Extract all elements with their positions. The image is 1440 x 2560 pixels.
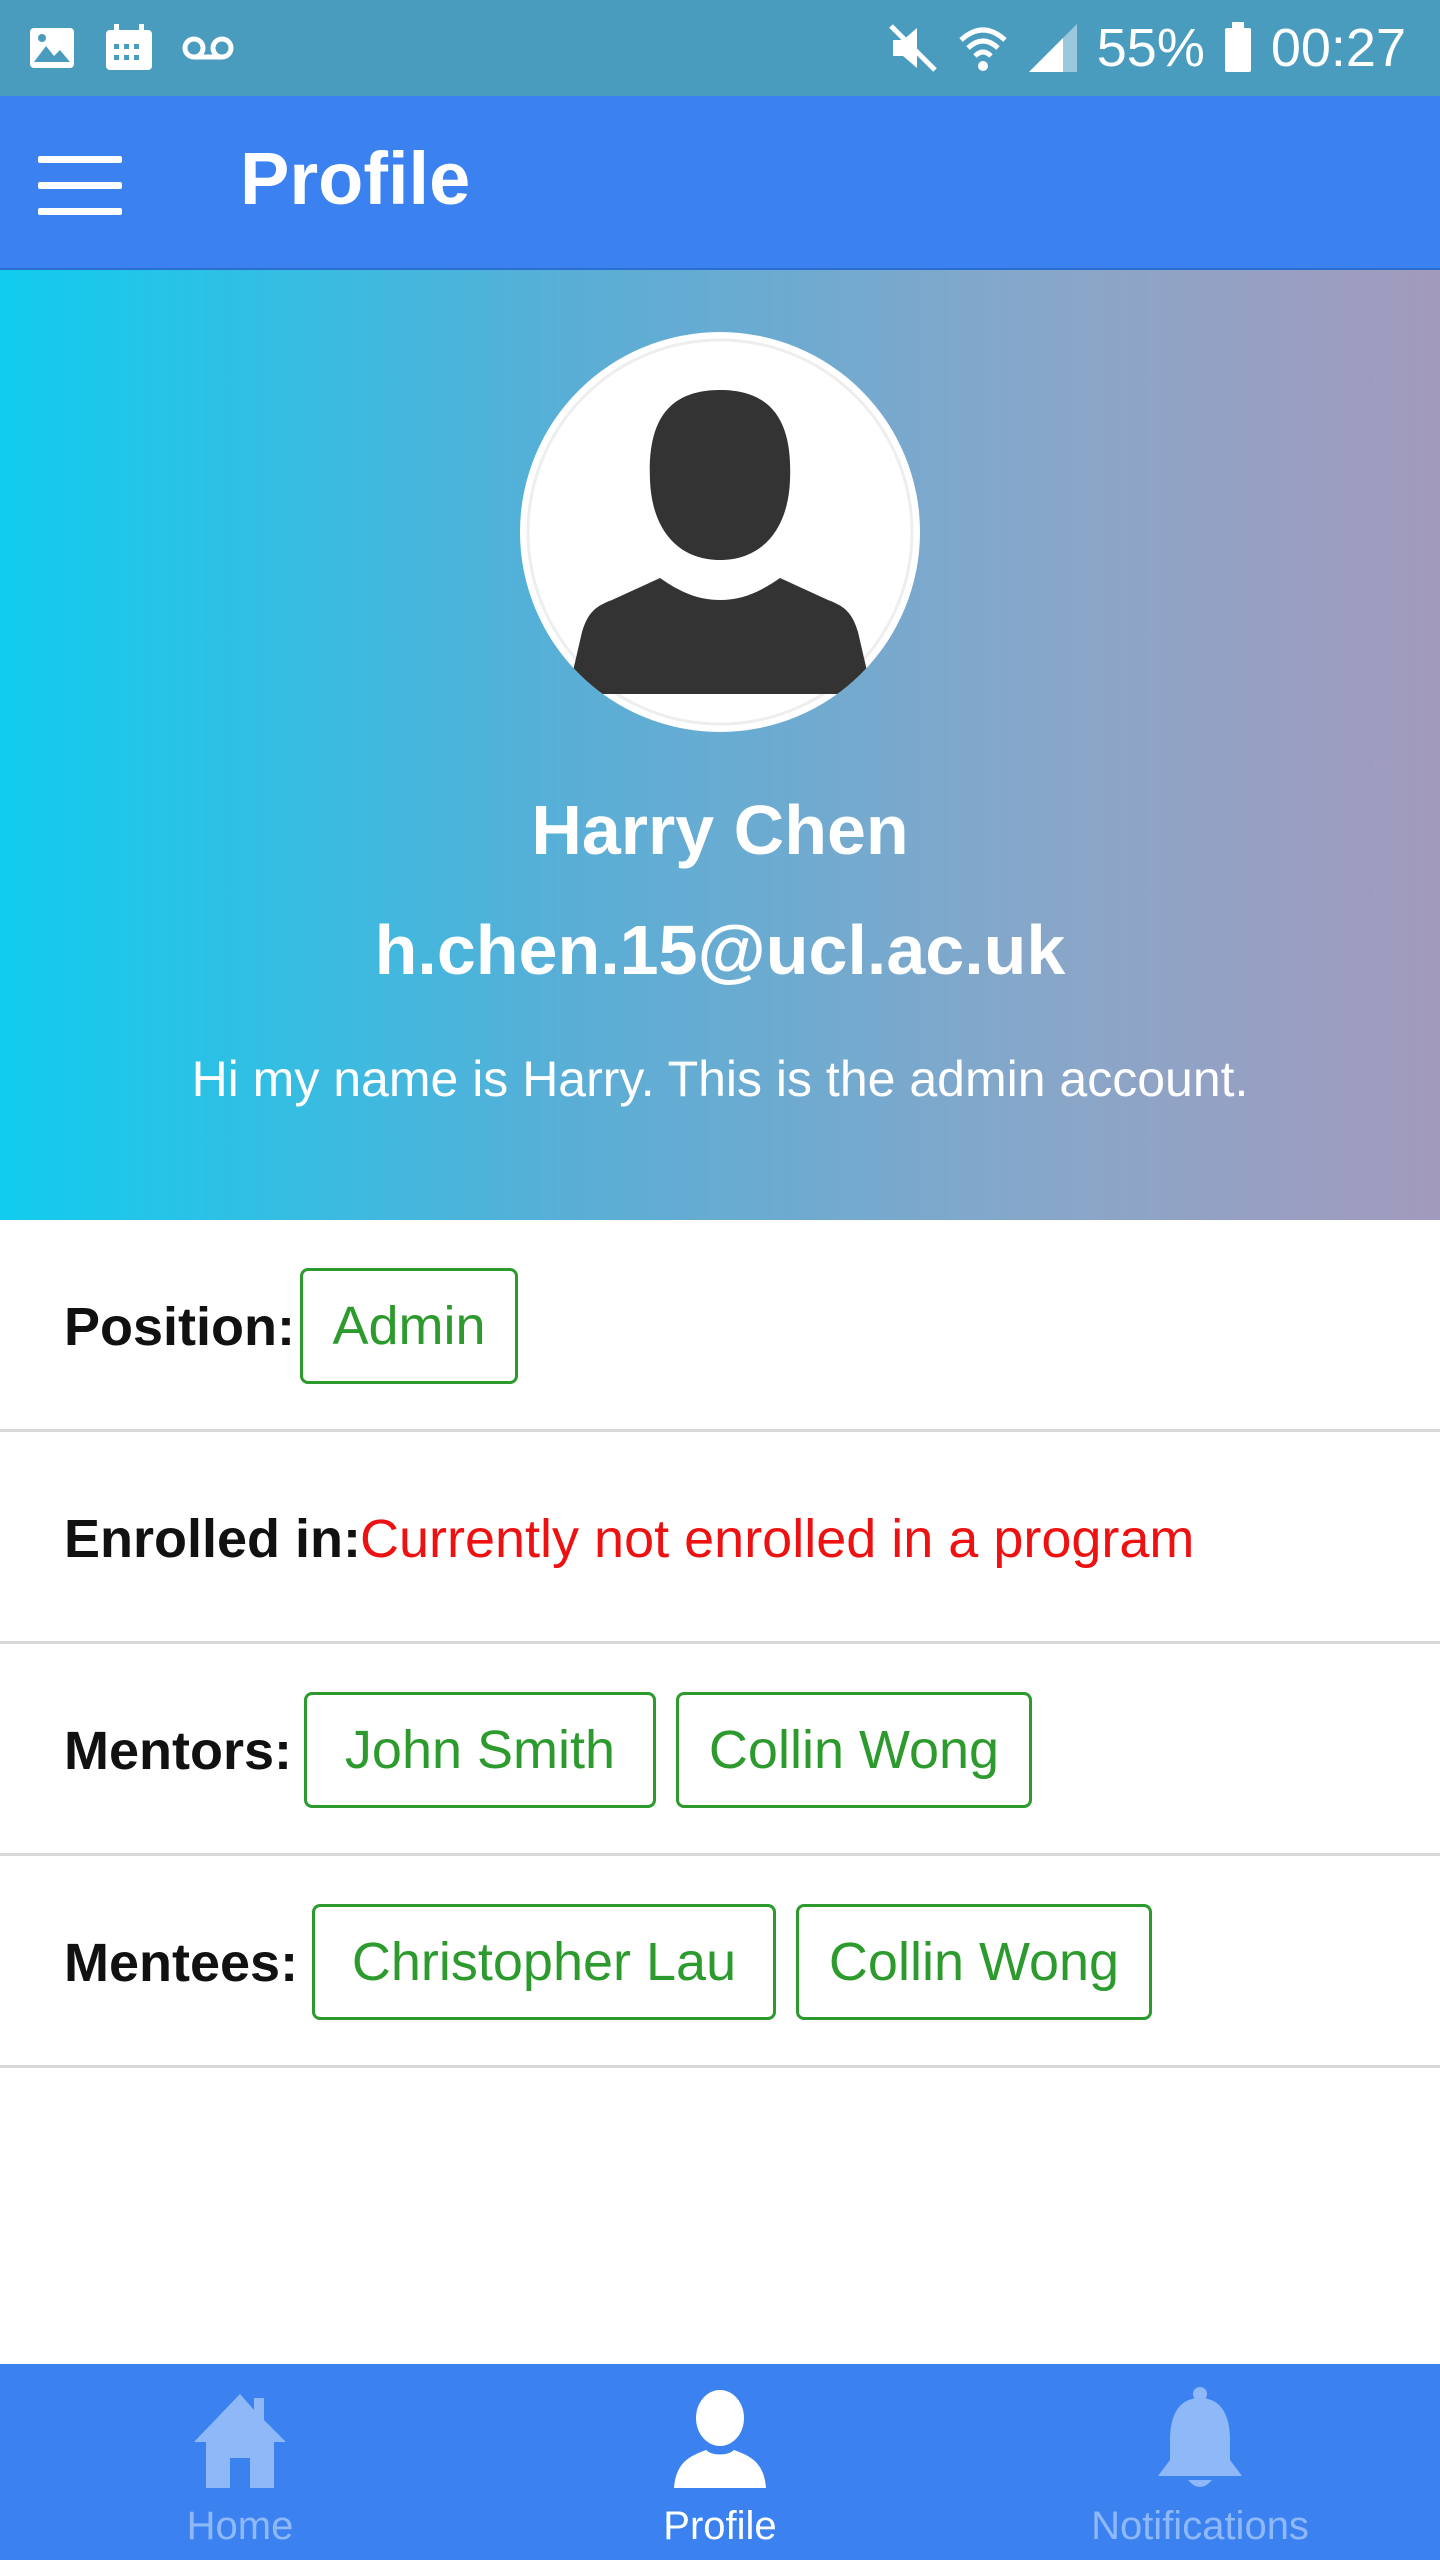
nav-profile-label: Profile <box>663 2504 777 2548</box>
nav-home-label: Home <box>186 2504 294 2548</box>
calendar-icon <box>106 24 152 70</box>
position-label: Position: <box>64 1297 295 1357</box>
page-title: Profile <box>240 137 471 220</box>
nav-profile[interactable]: Profile <box>480 2364 960 2560</box>
voicemail-icon <box>182 36 234 60</box>
mentors-label: Mentors: <box>64 1721 292 1781</box>
profile-name: Harry Chen <box>531 791 909 869</box>
app-bar: Profile <box>0 96 1440 270</box>
battery-percent: 55% <box>1096 18 1205 78</box>
signal-icon <box>1028 24 1077 72</box>
wifi-icon <box>959 27 1007 71</box>
bell-icon <box>1158 2387 1242 2487</box>
enrolled-label: Enrolled in: <box>64 1509 361 1569</box>
mentors-row: Mentors: John Smith Collin Wong <box>0 1644 1440 1856</box>
active-tab-indicator <box>480 2356 960 2364</box>
profile-header: Harry Chen h.chen.15@ucl.ac.uk Hi my nam… <box>0 270 1440 1220</box>
enrollment-status: Currently not enrolled in a program <box>360 1509 1195 1569</box>
battery-icon <box>1224 22 1251 72</box>
gallery-icon <box>30 28 74 68</box>
profile-icon <box>674 2390 766 2488</box>
mentor-tag[interactable]: Collin Wong <box>676 1692 1032 1808</box>
mentees-row: Mentees: Christopher Lau Collin Wong <box>0 1856 1440 2068</box>
nav-notifications[interactable]: Notifications <box>960 2364 1440 2560</box>
mentees-label: Mentees: <box>64 1933 299 1993</box>
profile-email: h.chen.15@ucl.ac.uk <box>374 911 1066 989</box>
position-row: Position: Admin <box>0 1220 1440 1432</box>
home-icon <box>194 2394 286 2488</box>
bottom-nav: Home Profile Notifications <box>0 2356 1440 2560</box>
enrolled-row: Enrolled in: Currently not enrolled in a… <box>0 1432 1440 1644</box>
mentee-tag[interactable]: Collin Wong <box>796 1904 1152 2020</box>
clock: 00:27 <box>1270 18 1406 78</box>
mentee-tag[interactable]: Christopher Lau <box>312 1904 776 2020</box>
mentor-tag[interactable]: John Smith <box>304 1692 656 1808</box>
menu-icon[interactable] <box>38 156 122 216</box>
mute-icon <box>888 24 937 72</box>
status-bar: 55% 00:27 <box>0 0 1440 96</box>
nav-notifications-label: Notifications <box>1091 2504 1309 2548</box>
nav-home[interactable]: Home <box>0 2364 480 2560</box>
user-silhouette-icon <box>526 338 914 726</box>
profile-bio: Hi my name is Harry. This is the admin a… <box>191 1051 1249 1107</box>
position-tag[interactable]: Admin <box>300 1268 518 1384</box>
avatar <box>520 332 920 732</box>
